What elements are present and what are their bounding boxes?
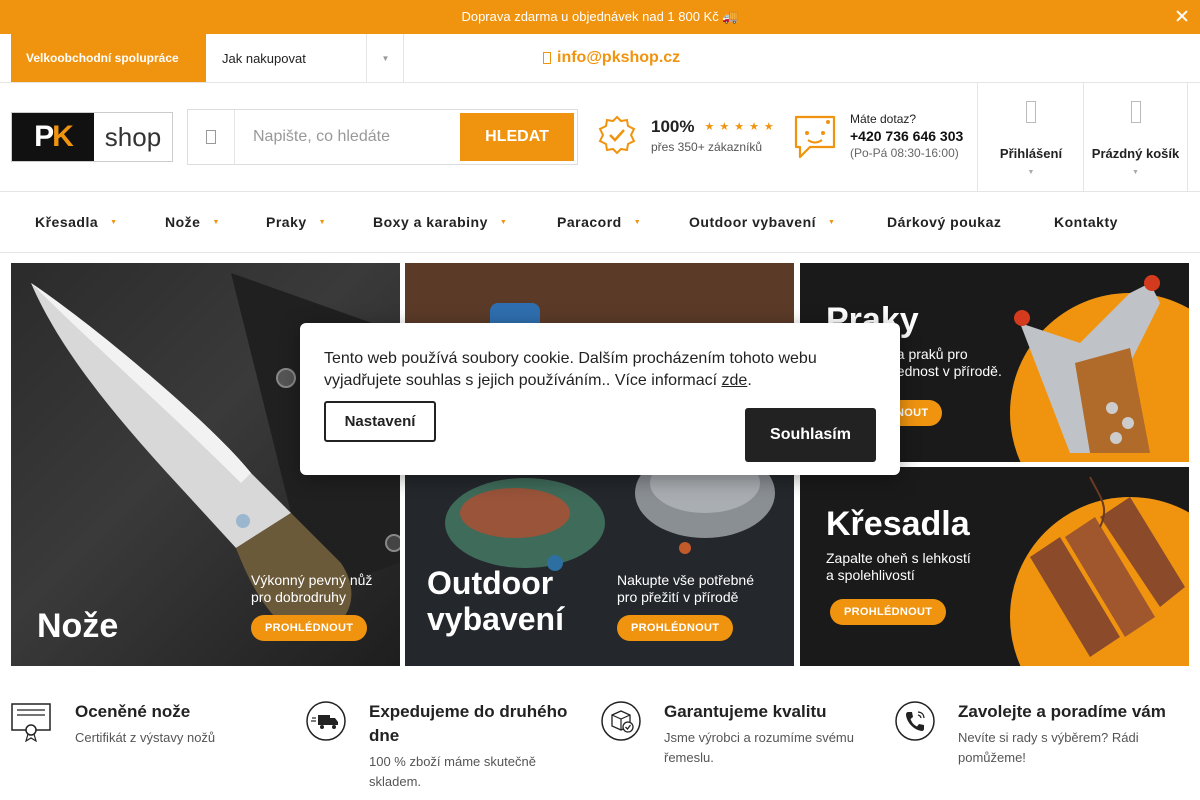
user-icon (978, 101, 1084, 128)
contact-hours: (Po-Pá 08:30-16:00) (850, 146, 959, 160)
feature-title: Garantujeme kvalitu (664, 702, 827, 721)
mail-icon (543, 52, 551, 64)
chevron-down-icon: ▼ (212, 218, 220, 226)
cookie-message-end: . (747, 372, 752, 389)
nav-item-praky[interactable]: Praky ▼ (266, 192, 326, 252)
nav-item-outdoor[interactable]: Outdoor vybavení ▼ (689, 192, 835, 252)
close-icon[interactable] (1174, 8, 1190, 24)
knives-banner-sub1: Výkonný pevný nůž (251, 572, 373, 588)
outdoor-banner-sub1: Nakupte vše potřebné (617, 572, 754, 588)
rating-percent: 100% (651, 116, 695, 136)
firesteel-banner-button[interactable]: PROHLÉDNOUT (830, 599, 947, 625)
nav-label: Kontakty (1054, 214, 1118, 230)
rating-stars: ★★★★★ (704, 121, 779, 133)
login-button[interactable]: Přihlášení ▼ (977, 83, 1084, 191)
cookie-agree-button[interactable]: Souhlasím (745, 408, 876, 462)
cart-button[interactable]: Prázdný košík ▼ (1083, 83, 1188, 191)
how-to-buy-menu[interactable]: Jak nakupovat ▼ (206, 34, 404, 82)
quality-box-icon (601, 701, 641, 741)
nav-label: Křesadla (35, 214, 99, 230)
search-bar: HLEDAT (187, 109, 578, 165)
cart-label: Prázdný košík (1091, 146, 1180, 161)
knives-banner-sub2: pro dobrodruhy (251, 589, 346, 605)
chat-bubble-icon (794, 115, 836, 158)
login-label: Přihlášení (999, 146, 1063, 161)
chevron-down-icon: ▼ (318, 218, 327, 226)
feature-text: Certifikát z výstavy nožů (75, 730, 216, 745)
feature-next-day-shipping: Expedujeme do druhého dne 100 % zboží má… (305, 700, 575, 792)
chevron-down-icon: ▼ (1132, 169, 1139, 176)
feature-text: 100 % zboží máme skutečně skladem. (369, 754, 536, 789)
firesteel-banner-sub1: Zapalte oheň s lehkostí (826, 550, 971, 566)
outdoor-banner-sub2: pro přežití v přírodě (617, 589, 739, 605)
nav-label: Outdoor vybavení (689, 214, 817, 230)
outdoor-banner-title-2: vybavení (427, 601, 564, 637)
nav-item-paracord[interactable]: Paracord ▼ (557, 192, 641, 252)
verified-badge-icon (598, 115, 636, 155)
firesteel-banner-sub2: a spolehlivostí (826, 567, 915, 583)
firesteel-banner[interactable]: Křesadla Zapalte oheň s lehkostí a spole… (800, 467, 1189, 666)
outdoor-banner-button[interactable]: PROHLÉDNOUT (617, 615, 734, 641)
cart-icon (1084, 101, 1187, 128)
feature-text: Jsme výrobci a rozumíme svému řemeslu. (664, 730, 854, 765)
chevron-down-icon: ▼ (110, 218, 118, 226)
feature-title: Expedujeme do druhého dne (369, 702, 568, 745)
nav-item-voucher[interactable]: Dárkový poukaz (887, 192, 1001, 252)
customer-rating: 100% ★★★★★ přes 350+ zákazníků (597, 115, 779, 155)
email-link[interactable]: info@pkshop.cz (543, 34, 680, 82)
utility-bar: Velkoobchodní spolupráce Jak nakupovat ▼… (0, 34, 1200, 83)
cookie-more-info-link[interactable]: zde (722, 372, 748, 389)
chevron-down-icon: ▼ (828, 218, 836, 226)
how-to-buy-label: Jak nakupovat (222, 50, 306, 66)
nav-label: Paracord (557, 214, 622, 230)
rating-subtext: přes 350+ zákazníků (651, 139, 763, 154)
feature-title: Zavolejte a poradíme vám (958, 702, 1166, 721)
knives-banner-button[interactable]: PROHLÉDNOUT (251, 615, 368, 641)
feature-quality-guarantee: Garantujeme kvalitu Jsme výrobci a rozum… (600, 700, 870, 768)
contact-question: Máte dotaz? (850, 112, 917, 126)
email-text: info@pkshop.cz (557, 49, 681, 66)
free-shipping-text: Doprava zdarma u objednávek nad 1 800 Kč… (461, 9, 739, 24)
cookie-consent-dialog: Tento web používá soubory cookie. Dalším… (300, 323, 900, 475)
knives-banner-title: Nože (37, 607, 119, 645)
logo-mark: PK (12, 113, 94, 161)
chevron-down-icon: ▼ (499, 218, 508, 226)
nav-item-contacts[interactable]: Kontakty (1054, 192, 1118, 252)
cookie-message: Tento web používá soubory cookie. Dalším… (324, 348, 864, 392)
outdoor-banner-title-1: Outdoor (427, 565, 554, 601)
nav-item-boxy[interactable]: Boxy a karabiny ▼ (373, 192, 507, 252)
nav-label: Boxy a karabiny (373, 214, 488, 230)
site-logo[interactable]: PK shop (11, 112, 173, 162)
logo-word: shop (104, 121, 162, 152)
chevron-down-icon: ▼ (1027, 169, 1035, 176)
nav-label: Praky (266, 214, 307, 230)
feature-text: Nevíte si rady s výběrem? Rádi pomůžeme! (958, 730, 1139, 765)
logo-letter-k: K (52, 120, 74, 153)
nav-label: Dárkový poukaz (887, 214, 1002, 230)
firesteel-banner-title: Křesadla (826, 505, 970, 543)
search-button[interactable]: HLEDAT (459, 113, 574, 161)
chevron-down-icon: ▼ (633, 218, 642, 226)
contact-phone[interactable]: +420 736 646 303 (850, 128, 963, 145)
nav-item-kresadla[interactable]: Křesadla ▼ (35, 192, 118, 252)
delivery-truck-icon (306, 701, 346, 741)
site-header: PK shop HLEDAT 100% ★★★★★ přes 350+ záka… (0, 83, 1200, 192)
nav-item-noze[interactable]: Nože ▼ (165, 192, 220, 252)
feature-call-us: Zavolejte a poradíme vám Nevíte si rady … (894, 700, 1184, 768)
logo-letter-p: P (34, 120, 54, 153)
feature-title: Oceněné nože (75, 702, 191, 721)
search-input[interactable] (234, 110, 460, 164)
feature-awarded-knives: Oceněné nože Certifikát z výstavy nožů (11, 700, 215, 748)
free-shipping-banner: Doprava zdarma u objednávek nad 1 800 Kč… (0, 0, 1200, 34)
nav-label: Nože (165, 214, 201, 230)
certificate-icon (11, 703, 51, 742)
chevron-down-icon[interactable]: ▼ (366, 34, 404, 82)
main-nav: Křesadla ▼ Nože ▼ Praky ▼ Boxy a karabiny ▼ … (0, 192, 1200, 253)
wholesale-link[interactable]: Velkoobchodní spolupráce (11, 34, 206, 82)
search-icon (188, 110, 235, 164)
cookie-settings-button[interactable]: Nastavení (324, 401, 436, 442)
contact-block: Máte dotaz? +420 736 646 303 (Po-Pá 08:3… (792, 111, 963, 162)
phone-call-icon (895, 701, 935, 741)
